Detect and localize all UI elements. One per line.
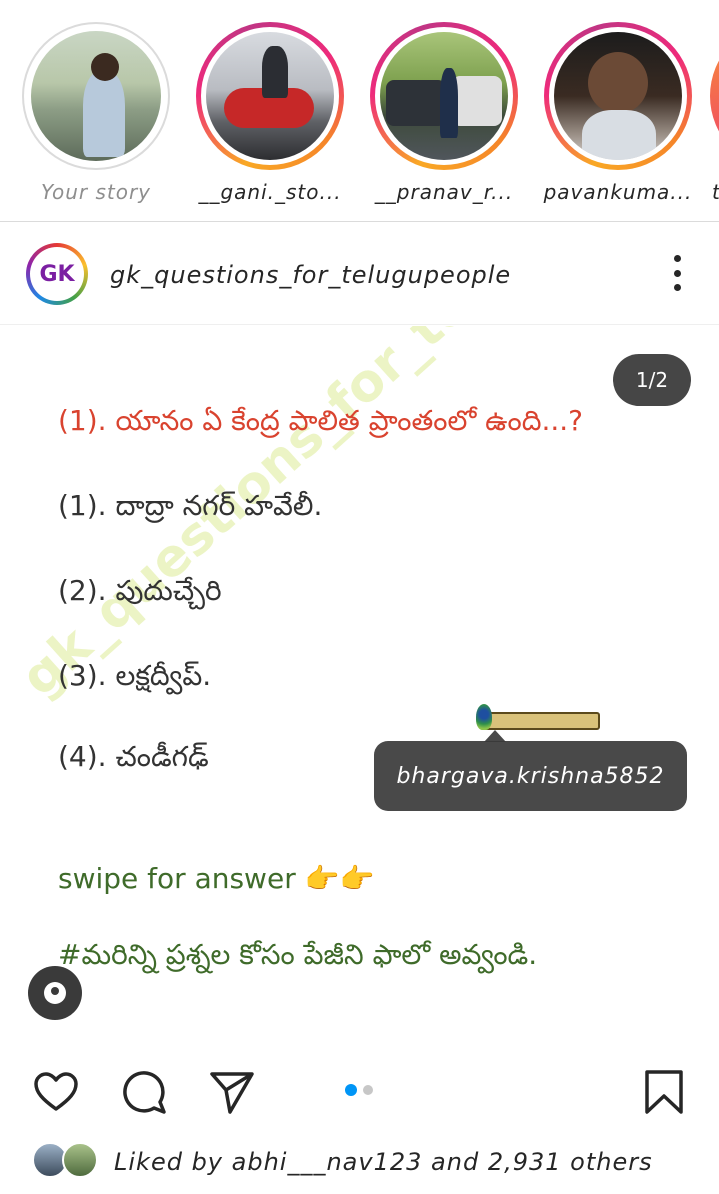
user-tag[interactable]: bhargava.krishna5852 (374, 741, 687, 811)
story-pranav[interactable]: __pranav_r... (364, 22, 524, 204)
story-label: __gani._sto... (198, 180, 342, 204)
gk-logo: GK (30, 247, 84, 301)
person-tag-icon[interactable] (28, 966, 82, 1020)
carousel-dot-active (345, 1084, 357, 1096)
story-avatar (380, 32, 508, 160)
swipe-hint: swipe for answer 👉👉 (58, 862, 375, 895)
peacock-feather-icon (476, 704, 492, 730)
option-1: (1). దాద్రా నగర్ హవేలీ. (58, 489, 323, 522)
option-3: (3). లక్షద్వీప్. (58, 659, 212, 692)
story-avatar (31, 31, 161, 161)
story-label: __pranav_r... (374, 180, 514, 204)
carousel-counter: 1/2 (613, 354, 691, 406)
hashtag-text: #మరిన్ని ప్రశ్నల కోసం పేజీని ఫాలో అవ్వండ… (58, 938, 538, 971)
more-icon[interactable] (671, 255, 683, 291)
carousel-dot (363, 1085, 373, 1095)
story-label: t (710, 180, 719, 204)
likes-row: Liked by abhi___nav123 and 2,931 others (0, 1136, 719, 1194)
likes-middle: and (422, 1148, 488, 1176)
carousel-indicator (345, 1084, 373, 1096)
stories-tray: Your story __gani._sto... __pranav_r... (0, 0, 719, 222)
story-ring (22, 22, 170, 170)
post-author-username[interactable]: gk_questions_for_telugupeople (110, 261, 511, 289)
option-2: (2). పుదుచ్చేరి (58, 574, 222, 607)
likes-user[interactable]: abhi___nav123 (232, 1148, 423, 1176)
post-image[interactable]: gk_questions_for_telugu_people 1/2 (1). … (0, 326, 719, 1046)
likes-prefix: Liked by (114, 1148, 232, 1176)
likes-summary[interactable]: Liked by abhi___nav123 and 2,931 others (114, 1148, 653, 1176)
story-ring (710, 22, 719, 170)
heart-icon[interactable] (32, 1068, 80, 1116)
action-bar (0, 1046, 719, 1136)
story-ring (370, 22, 518, 170)
story-ring (196, 22, 344, 170)
story-avatar (554, 32, 682, 160)
story-avatar (206, 32, 334, 160)
question-text: (1). యానం ఏ కేంద్ర పాలిత ప్రాంతంలో ఉంది.… (58, 404, 584, 437)
liker-avatar[interactable] (62, 1142, 98, 1178)
likes-count[interactable]: 2,931 others (488, 1148, 653, 1176)
bookmark-icon[interactable] (640, 1068, 688, 1116)
share-icon[interactable] (208, 1068, 256, 1116)
story-label: pavankuma... (543, 180, 693, 204)
option-4: (4). చండీగఢ్ (58, 740, 209, 773)
story-ring (544, 22, 692, 170)
post-header: GK gk_questions_for_telugupeople (0, 223, 719, 325)
story-label: Your story (40, 180, 152, 204)
post-author-avatar[interactable]: GK (26, 243, 88, 305)
story-pavankuma[interactable]: pavankuma... (538, 22, 698, 204)
story-gani[interactable]: __gani._sto... (190, 22, 350, 204)
story-partial[interactable]: t (710, 22, 719, 204)
story-your-story[interactable]: Your story (16, 22, 176, 204)
comment-icon[interactable] (120, 1068, 168, 1116)
